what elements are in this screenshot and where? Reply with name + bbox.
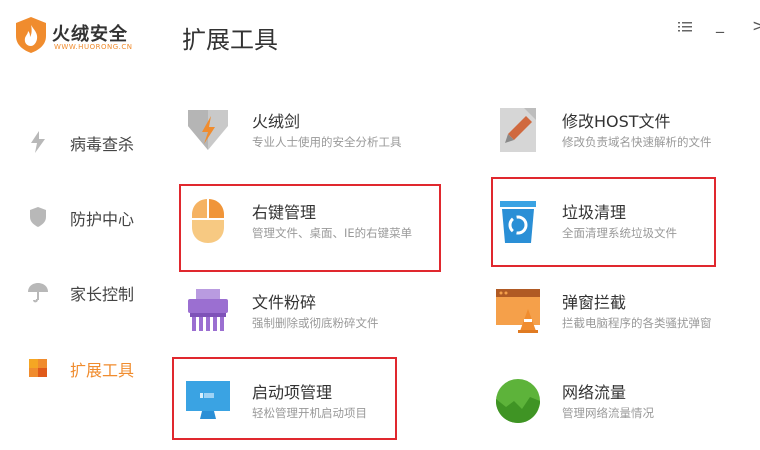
mouse-icon [192,199,224,243]
tool-name: 火绒剑 [252,112,301,131]
tool-name: 网络流量 [562,383,627,402]
grid-icon [29,359,47,377]
shredder-icon [188,289,228,331]
sidebar-item-parental-control[interactable]: 家长控制 [0,272,165,312]
tool-name: 右键管理 [252,203,317,222]
tool-name: 垃圾清理 [562,203,627,222]
sidebar-item-protection[interactable]: 防护中心 [0,197,165,237]
tool-desc: 轻松管理开机启动项目 [252,406,367,420]
sidebar-item-extension-tools[interactable]: 扩展工具 [0,348,165,388]
shield-icon [30,207,46,227]
menu-icon[interactable] [678,18,692,37]
tool-junk-cleanup[interactable]: 垃圾清理 全面清理系统垃圾文件 [488,197,748,269]
tool-desc: 修改负责域名快速解析的文件 [562,135,712,149]
monitor-icon [186,381,230,419]
huorong-logo-icon [16,17,46,53]
edit-file-icon [500,108,536,152]
tool-edit-host[interactable]: 修改HOST文件 修改负责域名快速解析的文件 [488,106,748,178]
tool-desc: 强制删除或彻底粉碎文件 [252,316,379,330]
close-button[interactable]: > [752,16,760,35]
tool-desc: 管理网络流量情况 [562,406,654,420]
minimize-button[interactable]: _ [716,14,724,33]
sword-icon [188,110,228,150]
sidebar-item-label: 防护中心 [70,210,135,229]
sidebar-item-label: 家长控制 [70,285,135,304]
tool-desc: 全面清理系统垃圾文件 [562,226,677,240]
lightning-icon [31,131,45,153]
tool-desc: 管理文件、桌面、IE的右键菜单 [252,226,413,240]
tool-network-traffic[interactable]: 网络流量 管理网络流量情况 [488,377,748,449]
trash-icon [500,201,536,243]
tool-name: 启动项管理 [252,383,333,402]
tool-file-shredder[interactable]: 文件粉碎 强制删除或彻底粉碎文件 [178,287,438,359]
tool-desc: 拦截电脑程序的各类骚扰弹窗 [562,316,712,330]
tool-name: 修改HOST文件 [562,112,671,131]
tool-startup-manager[interactable]: 启动项管理 轻松管理开机启动项目 [178,377,438,449]
sidebar-item-label: 扩展工具 [70,361,135,380]
app-url: WWW.HUORONG.CN [54,43,133,51]
tool-name: 弹窗拦截 [562,293,627,312]
sidebar-item-label: 病毒查杀 [70,135,135,154]
tool-huorong-sword[interactable]: 火绒剑 专业人士使用的安全分析工具 [178,106,438,178]
umbrella-icon [28,283,48,303]
popup-block-icon [496,289,540,333]
tool-popup-blocker[interactable]: 弹窗拦截 拦截电脑程序的各类骚扰弹窗 [488,287,748,359]
tool-name: 文件粉碎 [252,293,317,312]
tool-context-menu-manager[interactable]: 右键管理 管理文件、桌面、IE的右键菜单 [178,197,438,269]
network-globe-icon [496,379,540,423]
tool-desc: 专业人士使用的安全分析工具 [252,135,402,149]
page-title: 扩展工具 [182,26,278,54]
app-logo: 火绒安全 WWW.HUORONG.CN [14,16,164,58]
sidebar-item-virus-scan[interactable]: 病毒查杀 [0,122,165,162]
